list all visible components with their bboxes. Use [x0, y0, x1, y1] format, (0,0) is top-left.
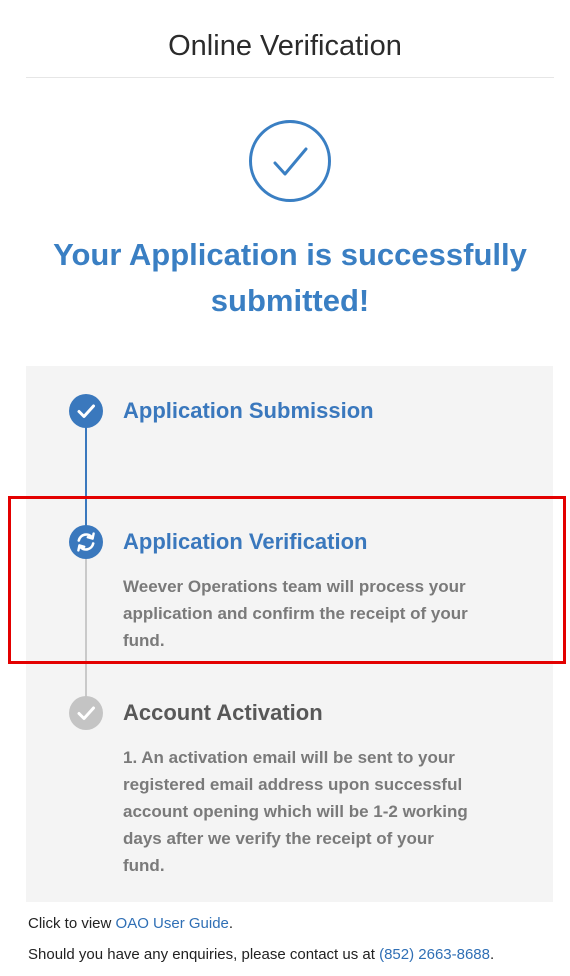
step-title-account-activation: Account Activation — [123, 700, 323, 725]
description-line: fund. — [123, 856, 165, 875]
title-divider — [26, 77, 554, 78]
check-circle-icon — [249, 120, 331, 202]
user-guide-suffix: . — [228, 915, 234, 932]
description-line: 1. An activation email will be sent to y… — [123, 748, 455, 767]
description-line: registered email address upon successful — [123, 775, 463, 794]
headline-line-2: submitted! — [210, 283, 370, 318]
page-title: Online Verification — [168, 30, 402, 62]
contact-suffix: . — [490, 946, 495, 963]
user-guide-line: Click to view OAO User Guide. — [28, 915, 233, 932]
step-description-account-activation: 1. An activation email will be sent to y… — [123, 744, 543, 879]
check-circle-gray-icon — [69, 696, 103, 730]
user-guide-link[interactable]: OAO User Guide — [116, 915, 229, 932]
highlight-box — [8, 496, 566, 664]
check-circle-filled-icon — [69, 394, 103, 428]
description-line: account opening which will be 1-2 workin… — [123, 802, 468, 821]
success-headline: Your Application is successfully submitt… — [20, 232, 560, 324]
headline-line-1: Your Application is successfully — [53, 237, 527, 272]
contact-prefix: Should you have any enquiries, please co… — [28, 946, 380, 963]
contact-line: Should you have any enquiries, please co… — [28, 946, 494, 963]
description-line: days after we verify the receipt of your — [123, 829, 434, 848]
step-title-application-submission: Application Submission — [123, 398, 374, 423]
contact-phone-link[interactable]: (852) 2663-8688 — [379, 946, 490, 963]
user-guide-prefix: Click to view — [28, 915, 116, 932]
